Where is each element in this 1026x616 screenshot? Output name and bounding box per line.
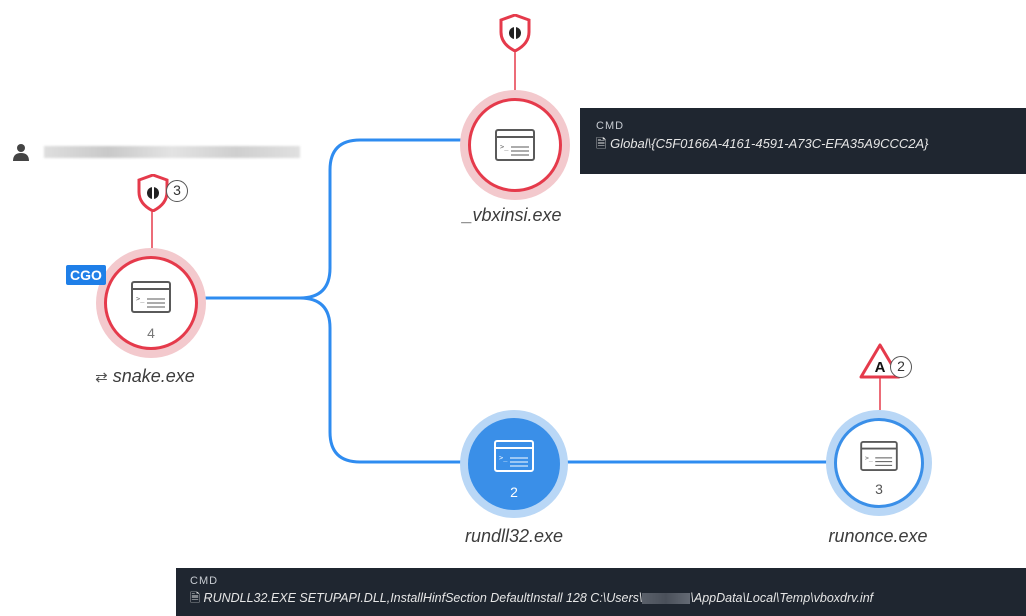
snake-node[interactable]: >_ 4 [104, 256, 198, 350]
runonce-node[interactable]: >_ 3 [834, 418, 924, 508]
edge-snake-to-vbxinsi [198, 138, 463, 300]
runonce-child-count: 3 [875, 481, 883, 497]
rundll32-child-count: 2 [510, 484, 518, 500]
snake-label-text: snake.exe [112, 366, 195, 386]
triangle-letter: A [875, 359, 886, 376]
runonce-alert-count: 2 [890, 356, 912, 378]
rundll32-label[interactable]: rundll32.exe [465, 526, 563, 547]
terminal-window-icon: >_ [131, 281, 171, 313]
cmd-title: CMD [190, 575, 219, 587]
shield-icon [137, 174, 169, 212]
redacted-user-folder [642, 593, 691, 605]
snake-detection-badge[interactable]: 3 [130, 172, 190, 214]
cmd-text: 🗎 Global\{C5F0166A-4161-4591-A73C-EFA35A… [596, 135, 1026, 157]
cmd-text: 🗎 RUNDLL32.EXE SETUPAPI.DLL,InstallHinfS… [190, 589, 1026, 610]
shield-icon [499, 14, 531, 52]
snake-child-count: 4 [147, 325, 155, 341]
cmd-tooltip-vbxinsi: CMD 🗎 Global\{C5F0166A-4161-4591-A73C-EF… [580, 108, 1026, 174]
file-icon: 🗎 [596, 136, 607, 151]
vbxinsi-node[interactable]: >_ [468, 98, 562, 192]
redacted-username [44, 146, 300, 158]
refresh-icon: ⇄ [95, 369, 108, 386]
snake-detection-count: 3 [166, 180, 188, 202]
cmd-title: CMD [596, 120, 625, 132]
svg-text:>_: >_ [136, 295, 145, 303]
file-icon: 🗎 [190, 591, 201, 605]
svg-text:>_: >_ [500, 143, 509, 151]
runonce-label[interactable]: runonce.exe [828, 526, 927, 547]
cgo-tag[interactable]: CGO [66, 265, 106, 285]
user-row [12, 142, 302, 162]
terminal-window-icon: >_ [494, 440, 534, 472]
vbxinsi-detection-badge[interactable] [498, 12, 534, 54]
edge-snake-to-rundll32 [198, 296, 463, 464]
rundll32-node[interactable]: >_ 2 [468, 418, 560, 510]
terminal-window-icon: >_ [495, 129, 535, 161]
svg-text:>_: >_ [499, 454, 508, 462]
svg-text:>_: >_ [865, 454, 873, 462]
cmd-command-line-end: \AppData\Local\Temp\vboxdrv.inf [690, 591, 874, 605]
cmd-tooltip-rundll32: CMD 🗎 RUNDLL32.EXE SETUPAPI.DLL,InstallH… [176, 568, 1026, 616]
snake-label[interactable]: ⇄ snake.exe [95, 366, 195, 387]
cmd-command-line-start: RUNDLL32.EXE SETUPAPI.DLL,InstallHinfSec… [203, 591, 643, 605]
terminal-window-icon: >_ [860, 441, 898, 471]
cmd-command-line: Global\{C5F0166A-4161-4591-A73C-EFA35A9C… [610, 136, 929, 151]
vbxinsi-label[interactable]: _vbxinsi.exe [462, 205, 561, 226]
runonce-alert-badge[interactable]: A 2 [848, 340, 914, 382]
user-icon [13, 144, 29, 161]
